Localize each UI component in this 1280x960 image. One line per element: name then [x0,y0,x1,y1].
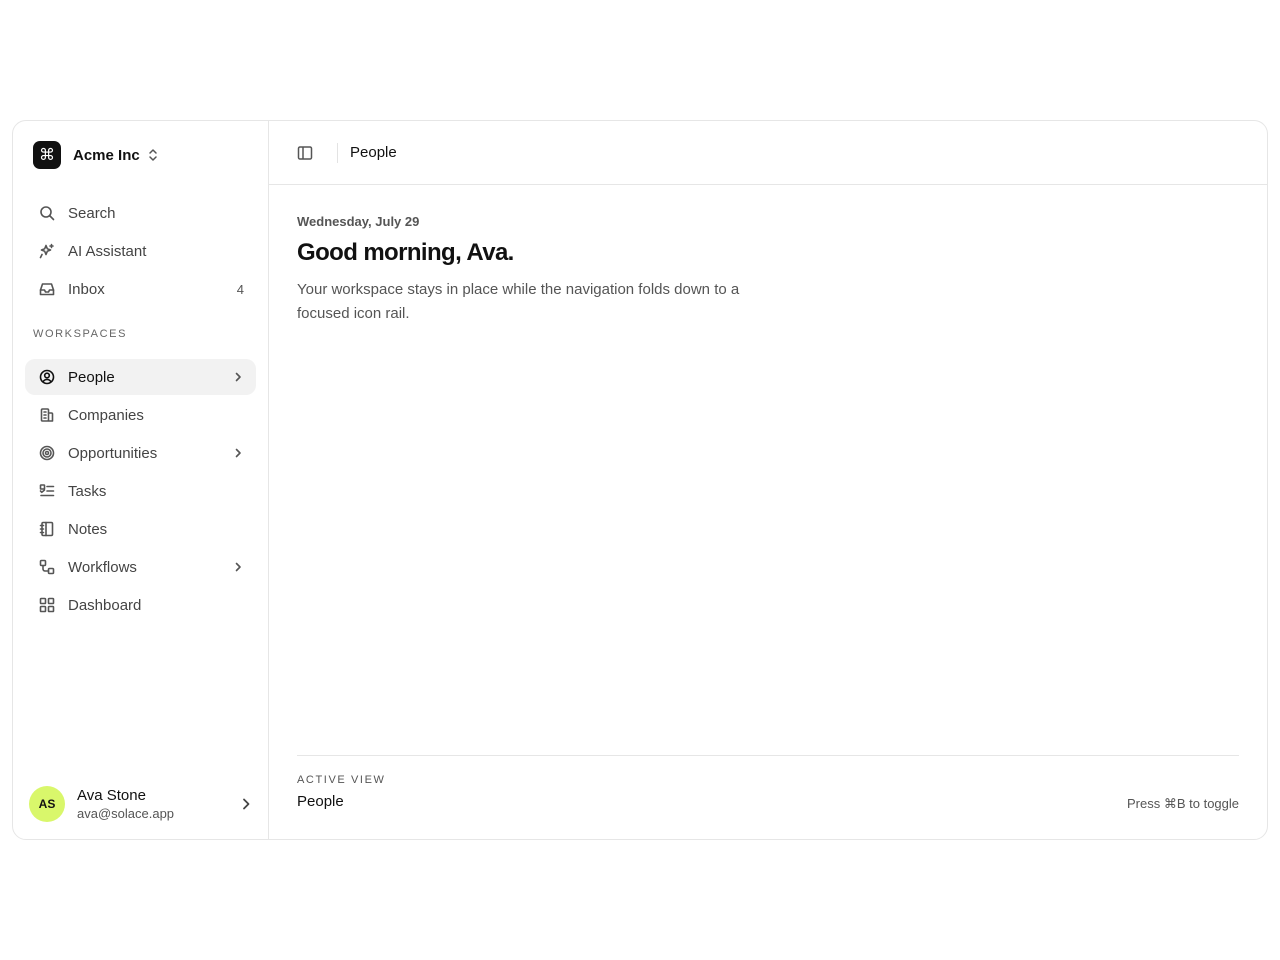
target-icon [39,445,55,461]
nav-item-label: Companies [68,406,144,424]
active-view-value: People [297,793,344,810]
sidebar-toggle-icon[interactable] [297,145,313,161]
nav-item-label: Notes [68,520,108,538]
avatar: AS [29,786,65,822]
greeting-heading: Good morning, Ava. [297,239,514,266]
nav-item-label: AI Assistant [68,242,147,260]
dashboard-icon [39,597,55,613]
active-view-label: Active view [297,774,386,786]
chevron-right-icon[interactable] [232,435,244,471]
inbox-count-badge: 4 [236,281,244,297]
nav-item-label: Inbox [68,280,105,298]
app-window: ⌘ Acme Inc Search AI Assistant Inbox 4 W… [12,120,1268,840]
sidebar: ⌘ Acme Inc Search AI Assistant Inbox 4 W… [13,121,269,839]
nav-item-label: Search [68,204,116,222]
main-content: People Wednesday, July 29 Good morning, … [269,121,1267,839]
nav-item-tasks[interactable]: Tasks [25,473,256,509]
checklist-icon [39,483,55,499]
page-title: People [350,144,397,161]
command-icon: ⌘ [33,141,61,169]
nav-item-inbox[interactable]: Inbox 4 [25,271,256,307]
nav-item-label: People [68,368,115,386]
main-footer: Active view People Press ⌘B to toggle [297,755,1239,839]
description-text: Your workspace stays in place while the … [297,281,740,322]
nav-item-companies[interactable]: Companies [25,397,256,433]
nav-item-label: Workflows [68,558,137,576]
user-name: Ava Stone [77,787,146,804]
user-circle-icon [39,369,55,385]
nav-item-workflows[interactable]: Workflows [25,549,256,585]
workspaces-section-label: Workspaces [33,328,128,340]
user-email: ava@solace.app [77,806,175,821]
workflow-icon [39,559,55,575]
chevron-right-icon[interactable] [232,549,244,585]
user-menu[interactable]: AS Ava Stone ava@solace.app [29,785,253,823]
nav-item-people[interactable]: People [25,359,256,395]
nav-item-label: Tasks [68,482,107,500]
header-divider [337,142,338,163]
chevron-right-icon[interactable] [232,359,244,395]
nav-item-notes[interactable]: Notes [25,511,256,547]
date-label: Wednesday, July 29 [297,214,420,229]
nav-item-ai-assistant[interactable]: AI Assistant [25,233,256,269]
sparkles-icon [39,243,55,259]
search-icon [39,205,55,221]
workspace-name: Acme Inc [73,146,140,164]
nav-item-search[interactable]: Search [25,195,256,231]
nav-item-opportunities[interactable]: Opportunities [25,435,256,471]
workspace-switcher[interactable]: ⌘ Acme Inc [33,141,158,169]
main-header: People [269,121,1267,185]
nav-item-label: Opportunities [68,444,158,462]
nav-item-dashboard[interactable]: Dashboard [25,587,256,623]
chevrons-up-down-icon [148,148,158,162]
toggle-hint: Press ⌘B to toggle [1127,796,1239,811]
nav-item-label: Dashboard [68,596,142,614]
notebook-icon [39,521,55,537]
inbox-icon [39,281,55,297]
building-icon [39,407,55,423]
chevron-right-icon [239,797,253,816]
